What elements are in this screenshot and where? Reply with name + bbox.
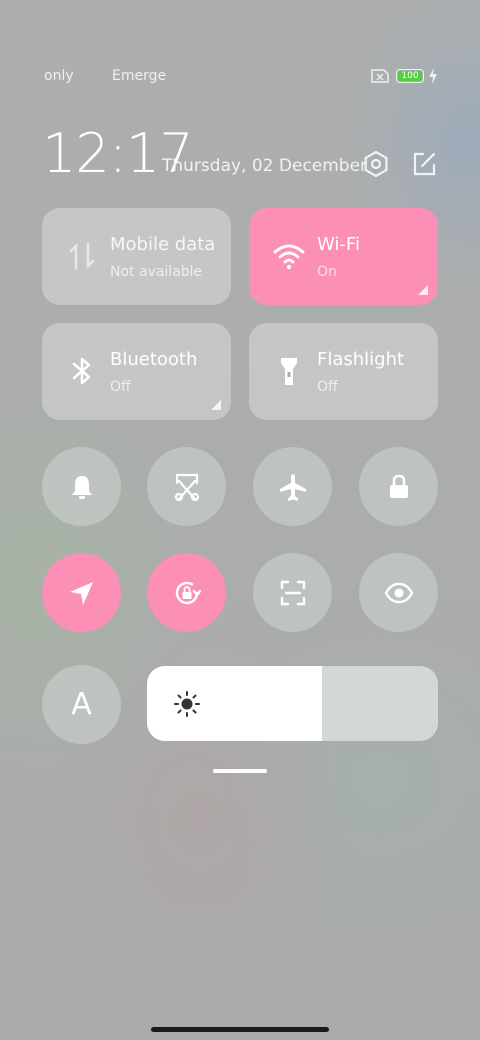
toggle-reading-mode[interactable] — [359, 553, 438, 632]
date-label: Thursday, 02 December — [162, 156, 368, 176]
screenshot-icon — [174, 473, 199, 501]
toggle-airplane-mode[interactable] — [253, 447, 332, 526]
charging-bolt-icon — [429, 68, 437, 84]
expand-corner-icon — [211, 400, 221, 410]
rotation-lock-icon — [175, 581, 201, 604]
panel-drag-handle[interactable] — [213, 769, 267, 773]
tile-flashlight[interactable]: Flashlight Off — [249, 323, 438, 420]
toggle-rotation-lock[interactable] — [147, 553, 226, 632]
bluetooth-icon — [72, 357, 91, 385]
location-icon — [69, 581, 93, 605]
tile-state: Not available — [110, 264, 203, 280]
carrier-label-2: Emerge — [112, 68, 167, 84]
home-indicator[interactable] — [151, 1027, 329, 1032]
toggle-sound[interactable] — [42, 447, 121, 526]
toggle-scanner[interactable] — [253, 553, 332, 632]
lock-icon — [389, 474, 408, 498]
flashlight-icon — [281, 358, 297, 385]
toggle-lock-screen[interactable] — [359, 447, 438, 526]
battery-icon: 100 — [396, 69, 424, 83]
wifi-icon — [273, 244, 305, 270]
expand-corner-icon — [418, 285, 428, 295]
tile-state: Off — [317, 379, 338, 395]
status-bar: only Emerge 100 — [0, 60, 480, 92]
edit-icon — [413, 152, 436, 176]
mobile-data-icon — [69, 242, 95, 270]
sun-icon — [174, 691, 200, 717]
tile-label: Mobile data — [110, 234, 214, 255]
toggle-screenshot[interactable] — [147, 447, 226, 526]
edit-button[interactable] — [410, 150, 438, 178]
tile-mobile-data[interactable]: Mobile data Not available — [42, 208, 231, 305]
tile-label: Bluetooth — [110, 349, 198, 370]
tile-bluetooth[interactable]: Bluetooth Off — [42, 323, 231, 420]
tile-wifi[interactable]: Wi-Fi On — [249, 208, 438, 305]
no-sim-icon — [371, 69, 389, 83]
airplane-icon — [279, 473, 306, 501]
brightness-slider[interactable] — [147, 666, 438, 741]
eye-icon — [384, 582, 413, 603]
settings-button[interactable] — [362, 150, 390, 178]
font-size-button[interactable]: A — [42, 665, 121, 744]
tile-label: Flashlight — [317, 349, 405, 370]
tile-label: Wi-Fi — [317, 234, 360, 255]
bell-icon — [71, 475, 92, 499]
gear-icon — [364, 150, 388, 178]
tile-state: On — [317, 264, 337, 280]
battery-level: 100 — [398, 71, 422, 81]
scan-icon — [280, 580, 305, 605]
tile-state: Off — [110, 379, 131, 395]
toggle-location[interactable] — [42, 553, 121, 632]
carrier-label-1: only — [44, 68, 74, 84]
